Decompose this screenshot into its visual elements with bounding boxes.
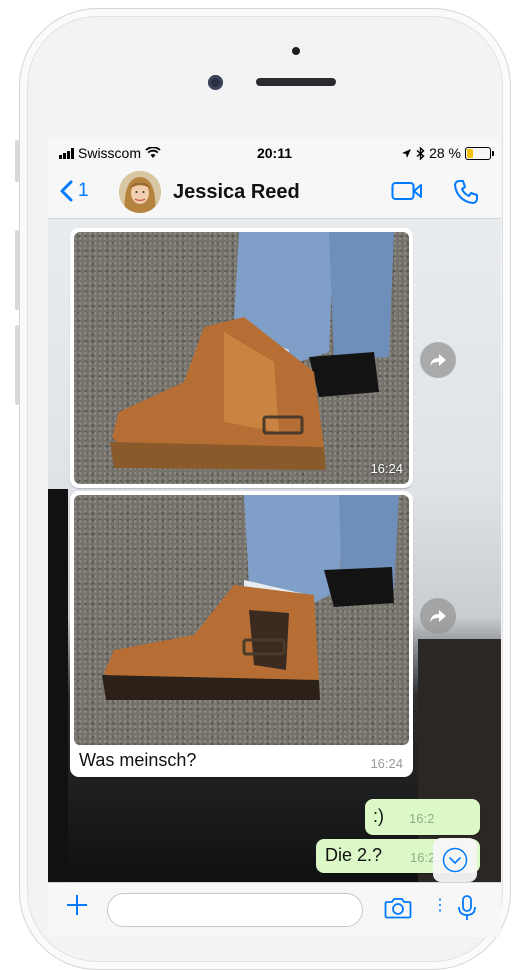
message-text: Die 2.? xyxy=(325,845,383,865)
microphone-button[interactable] xyxy=(457,894,477,927)
screen: Swisscom 20:11 28 % 1 Jessica Reed 16:24… xyxy=(48,138,501,937)
attach-button[interactable] xyxy=(65,893,89,922)
outgoing-message[interactable]: :) 16:2 xyxy=(365,799,480,835)
message-time: 16:2 xyxy=(409,811,435,826)
scroll-down-icon xyxy=(442,847,468,873)
scroll-down-button[interactable] xyxy=(433,838,477,882)
volume-down-button xyxy=(15,325,19,405)
camera-button[interactable] xyxy=(384,896,412,925)
volume-up-button xyxy=(15,230,19,310)
video-call-button[interactable] xyxy=(391,181,423,206)
boot-image xyxy=(102,495,399,700)
forward-icon xyxy=(430,354,446,366)
wallpaper-tree xyxy=(48,489,68,882)
battery-icon xyxy=(465,146,494,160)
proximity-sensor xyxy=(292,47,300,55)
forward-icon xyxy=(430,610,446,622)
forward-button[interactable] xyxy=(420,598,456,634)
back-count: 1 xyxy=(78,180,89,201)
video-call-icon xyxy=(391,182,422,200)
location-arrow-icon xyxy=(402,148,412,158)
image-message[interactable]: 16:24 xyxy=(70,228,413,488)
microphone-icon xyxy=(458,895,476,920)
avatar[interactable] xyxy=(119,171,161,213)
image-message-with-caption[interactable]: Was meinsch? 16:24 xyxy=(70,491,413,777)
earpiece-speaker xyxy=(256,78,336,86)
chat-area[interactable]: 16:24 Was meinsch? 16:24:) 16:2 Die 2.?… xyxy=(48,219,501,882)
front-camera xyxy=(208,75,223,90)
chat-header: 1 Jessica Reed xyxy=(48,168,501,219)
separator-dots: ⋮ xyxy=(432,897,448,914)
boot-image xyxy=(110,232,394,470)
mute-switch xyxy=(15,140,19,182)
camera-icon xyxy=(384,898,412,919)
forward-button[interactable] xyxy=(420,342,456,378)
message-input-bar: ⋮ xyxy=(48,882,501,937)
contact-name[interactable]: Jessica Reed xyxy=(173,181,300,204)
message-time: 16:24 xyxy=(370,461,403,476)
shoe-photo[interactable] xyxy=(74,232,409,484)
voice-call-button[interactable] xyxy=(453,179,479,210)
battery-percent: 28 % xyxy=(429,145,461,161)
bluetooth-icon xyxy=(416,146,425,160)
plus-icon xyxy=(67,895,87,915)
message-caption: Was meinsch? xyxy=(79,750,197,770)
message-time: 16:24 xyxy=(370,756,403,771)
shoe-photo[interactable] xyxy=(74,495,409,745)
back-button[interactable]: 1 xyxy=(60,180,89,202)
back-chevron-icon xyxy=(60,180,73,202)
status-bar: Swisscom 20:11 28 % xyxy=(48,138,501,168)
phone-icon xyxy=(454,180,478,204)
message-text: :) xyxy=(373,806,384,826)
message-input[interactable] xyxy=(107,893,363,927)
